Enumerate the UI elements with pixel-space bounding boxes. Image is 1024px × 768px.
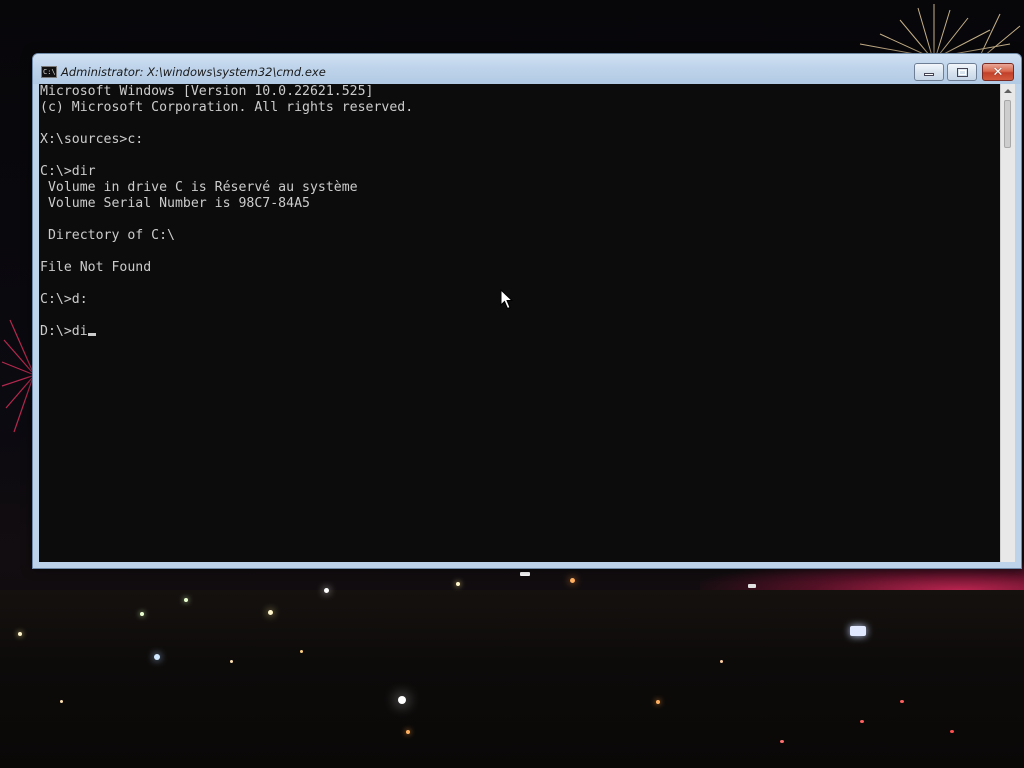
title-bar[interactable]: C:\ Administrator: X:\windows\system32\c… [33,54,1021,84]
close-icon: ✕ [992,64,1004,80]
console-line: Microsoft Windows [Version 10.0.22621.52… [40,84,374,99]
console-prompt-line[interactable]: D:\>di [40,324,413,340]
console-area[interactable]: Microsoft Windows [Version 10.0.22621.52… [39,84,1000,562]
close-button[interactable]: ✕ [982,63,1014,81]
minimize-icon [924,72,934,76]
city-ground [0,590,1024,768]
console-prompt: D:\> [40,324,72,339]
firework-top-decoration [859,4,1021,56]
console-line: C:\>dir [40,164,96,179]
console-line: Volume in drive C is Réservé au système [40,180,358,195]
firework-left-decoration [1,319,33,433]
window-title: Administrator: X:\windows\system32\cmd.e… [61,65,326,79]
console-input[interactable]: di [72,324,88,339]
minimize-button[interactable] [914,63,944,81]
restore-icon [956,67,968,77]
console-line: Directory of C:\ [40,228,175,243]
cmd-window[interactable]: C:\ Administrator: X:\windows\system32\c… [32,53,1022,569]
scroll-thumb[interactable] [1004,100,1011,148]
console-line: Volume Serial Number is 98C7-84A5 [40,196,310,211]
console-icon[interactable]: C:\ [41,66,57,78]
text-caret [87,333,96,336]
mouse-pointer-icon [500,289,514,310]
console-line: C:\>d: [40,292,88,307]
scroll-up-arrow-icon[interactable] [1004,89,1012,93]
console-line: File Not Found [40,260,152,275]
console-line: X:\sources>c: [40,132,144,147]
maximize-button[interactable] [947,63,977,81]
console-line: (c) Microsoft Corporation. All rights re… [40,100,414,115]
vertical-scrollbar[interactable] [1000,84,1015,562]
console-output: Microsoft Windows [Version 10.0.22621.52… [40,84,413,340]
